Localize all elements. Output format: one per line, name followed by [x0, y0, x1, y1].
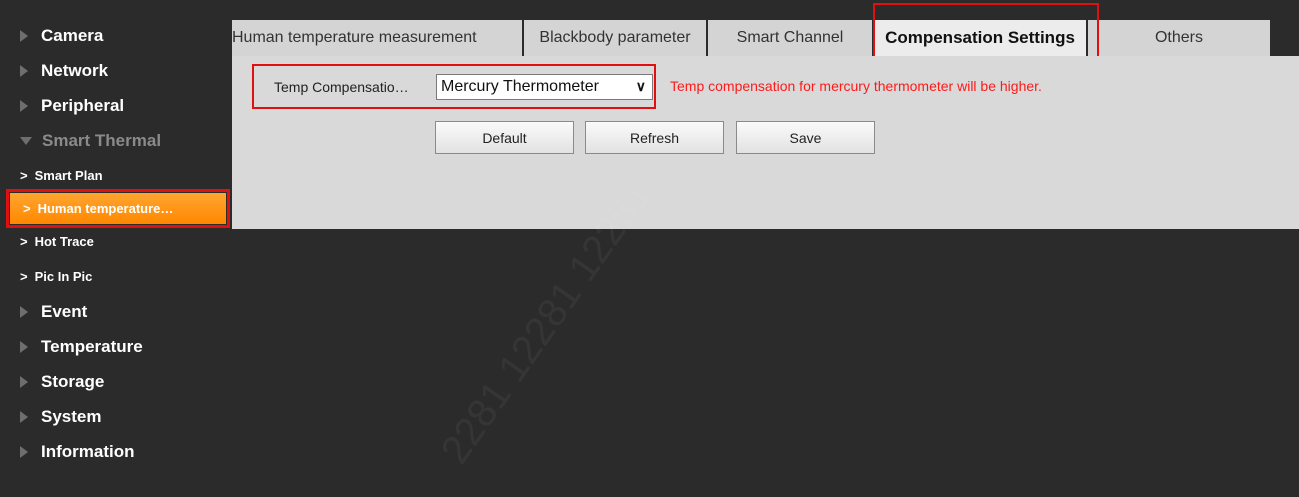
menu-item-information[interactable]: Information [0, 434, 232, 469]
temp-compensation-select[interactable]: Mercury Thermometer ∨ [436, 73, 653, 100]
menu-item-event[interactable]: Event [0, 294, 232, 329]
temp-compensation-row: Temp Compensatio… Mercury Thermometer ∨ [252, 64, 656, 109]
submenu-item-pic-in-pic[interactable]: > Pic In Pic [0, 259, 232, 294]
menu-item-peripheral[interactable]: Peripheral [0, 88, 232, 123]
tab-others[interactable]: Others [1088, 20, 1272, 56]
menu-label: Peripheral [41, 95, 125, 115]
submenu-item-smart-plan[interactable]: > Smart Plan [0, 158, 232, 193]
tab-human-temperature-measurement[interactable]: Human temperature measurement [232, 20, 524, 56]
triangle-right-icon [20, 445, 28, 458]
submenu-item-hot-trace[interactable]: > Hot Trace [0, 224, 232, 259]
menu-item-camera[interactable]: Camera [0, 18, 232, 53]
triangle-right-icon [20, 340, 28, 353]
menu-item-temperature[interactable]: Temperature [0, 329, 232, 364]
menu-label: Storage [41, 371, 105, 391]
triangle-down-icon [20, 136, 32, 145]
tab-compensation-settings[interactable]: Compensation Settings [874, 20, 1088, 56]
submenu-label: Pic In Pic [34, 269, 93, 284]
menu-label: Network [41, 60, 109, 80]
tab-smart-channel[interactable]: Smart Channel [708, 20, 874, 56]
chevron-down-icon: ∨ [635, 78, 646, 94]
menu-item-network[interactable]: Network [0, 53, 232, 88]
menu-label: System [41, 406, 102, 426]
sidebar: Camera Network Peripheral Smart Thermal … [0, 18, 232, 469]
tab-blackbody-parameter[interactable]: Blackbody parameter [524, 20, 708, 56]
compensation-hint: Temp compensation for mercury thermomete… [670, 78, 1042, 94]
chevron-right-icon: > [23, 201, 31, 216]
submenu-label: Smart Plan [34, 168, 103, 183]
menu-label: Event [41, 301, 88, 321]
triangle-right-icon [20, 99, 28, 112]
select-value: Mercury Thermometer [441, 77, 599, 95]
submenu-label: Human temperature… [37, 201, 174, 216]
triangle-right-icon [20, 29, 28, 42]
menu-label: Camera [41, 25, 104, 45]
menu-item-storage[interactable]: Storage [0, 364, 232, 399]
tab-bar: Human temperature measurement Blackbody … [232, 20, 1272, 56]
submenu-item-human-temperature[interactable]: > Human temperature… [6, 189, 230, 228]
triangle-right-icon [20, 64, 28, 77]
triangle-right-icon [20, 305, 28, 318]
menu-item-smart-thermal[interactable]: Smart Thermal [0, 123, 232, 158]
triangle-right-icon [20, 375, 28, 388]
save-button[interactable]: Save [736, 121, 875, 154]
submenu-label: Hot Trace [34, 234, 94, 249]
triangle-right-icon [20, 410, 28, 423]
menu-label: Smart Thermal [42, 130, 162, 150]
menu-label: Information [41, 441, 135, 461]
menu-item-system[interactable]: System [0, 399, 232, 434]
temp-compensation-label: Temp Compensatio… [274, 78, 409, 95]
chevron-right-icon: > [20, 168, 28, 183]
chevron-right-icon: > [20, 234, 28, 249]
refresh-button[interactable]: Refresh [585, 121, 724, 154]
menu-label: Temperature [41, 336, 143, 356]
default-button[interactable]: Default [435, 121, 574, 154]
chevron-right-icon: > [20, 269, 28, 284]
